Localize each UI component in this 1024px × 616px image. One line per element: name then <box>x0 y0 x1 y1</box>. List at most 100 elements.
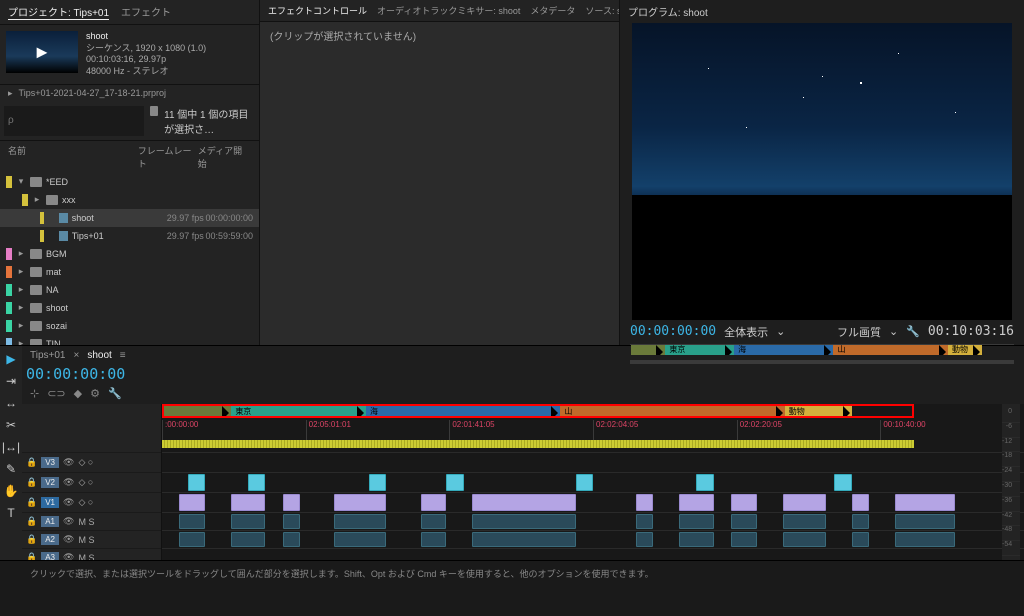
clip[interactable] <box>231 532 265 547</box>
chevron-down-icon[interactable]: ⌄ <box>776 325 785 338</box>
marker-segment[interactable] <box>631 345 665 355</box>
work-area-bar[interactable] <box>162 440 914 448</box>
clip[interactable] <box>783 494 826 511</box>
marker-bar-highlighted[interactable]: 東京海山動物 <box>162 404 914 418</box>
settings-icon[interactable]: ⚙ <box>90 387 100 400</box>
chevron-right-icon[interactable]: ▸ <box>8 88 13 99</box>
program-preview[interactable] <box>632 23 1012 320</box>
timeline-tab-1[interactable]: Tips+01 <box>30 350 65 361</box>
clip[interactable] <box>472 494 575 511</box>
col-name[interactable]: 名前 <box>8 144 138 170</box>
marker-segment[interactable]: 動物 <box>948 345 982 355</box>
track-lane[interactable] <box>162 452 1024 472</box>
razor-tool-icon[interactable]: ✂ <box>6 418 16 432</box>
clip[interactable] <box>783 532 826 547</box>
track-header-a2[interactable]: 🔒A2👁M S <box>22 530 161 548</box>
track-lane[interactable] <box>162 548 1024 560</box>
col-fps[interactable]: フレームレート <box>138 144 198 170</box>
marker-segment[interactable]: 動物 <box>785 406 852 416</box>
linked-icon[interactable]: ⊂⊃ <box>47 387 65 400</box>
bin-item[interactable]: ▸ xxx <box>0 191 259 209</box>
bin-item[interactable]: ▸ sozai <box>0 317 259 335</box>
clip[interactable] <box>731 532 757 547</box>
timeline-tracks-area[interactable]: 東京海山動物 :00:00:0002:05:01:0102:01:41:0502… <box>162 404 1024 560</box>
clip[interactable] <box>283 494 300 511</box>
track-lane[interactable] <box>162 492 1024 512</box>
track-lane[interactable] <box>162 512 1024 530</box>
slip-tool-icon[interactable]: |↔| <box>2 440 20 454</box>
bin-item[interactable]: ▸ NA <box>0 281 259 299</box>
project-tab[interactable]: プロジェクト: Tips+01 <box>8 4 109 20</box>
marker-segment[interactable]: 東京 <box>665 345 734 355</box>
bin-item[interactable]: ▸ BGM <box>0 245 259 263</box>
marker-segment[interactable]: 海 <box>366 406 560 416</box>
clip[interactable] <box>636 532 653 547</box>
clip[interactable] <box>334 494 386 511</box>
track-lane[interactable] <box>162 472 1024 492</box>
clip[interactable] <box>334 514 386 529</box>
clip[interactable] <box>179 514 205 529</box>
metadata-tab[interactable]: メタデータ <box>530 4 575 17</box>
clip[interactable] <box>283 514 300 529</box>
track-header-a3[interactable]: 🔒A3👁M S <box>22 548 161 560</box>
clip[interactable] <box>636 514 653 529</box>
program-marker-track[interactable]: 東京海山動物 <box>630 344 1014 356</box>
clip[interactable] <box>369 474 386 491</box>
hand-tool-icon[interactable]: ✋ <box>4 484 19 498</box>
track-select-tool-icon[interactable]: ⇥ <box>6 374 16 388</box>
clip[interactable] <box>421 514 447 529</box>
effects-tab[interactable]: エフェクト <box>121 4 171 20</box>
clip[interactable] <box>731 514 757 529</box>
bin-item[interactable]: Tips+01 29.97 fps 00:59:59:00 <box>0 227 259 245</box>
type-tool-icon[interactable]: T <box>7 506 14 520</box>
clip[interactable] <box>783 514 826 529</box>
clip[interactable] <box>895 514 955 529</box>
clip[interactable] <box>179 532 205 547</box>
filter-input[interactable] <box>4 106 144 136</box>
selection-tool-icon[interactable]: ▶ <box>6 352 15 366</box>
marker-segment[interactable]: 山 <box>833 345 948 355</box>
clip[interactable] <box>334 532 386 547</box>
marker-segment[interactable] <box>164 406 231 416</box>
source-tab[interactable]: ソース: shoot: <box>585 4 619 17</box>
bin-item[interactable]: ▸ shoot <box>0 299 259 317</box>
quality-dropdown[interactable]: フル画質 <box>837 324 881 340</box>
clip[interactable] <box>283 532 300 547</box>
clip[interactable] <box>834 474 851 491</box>
col-start[interactable]: メディア開始 <box>198 144 251 170</box>
clip[interactable] <box>472 514 575 529</box>
clip[interactable] <box>852 514 869 529</box>
fx-control-tab[interactable]: エフェクトコントロール <box>268 4 367 17</box>
ripple-tool-icon[interactable]: ↔ <box>5 396 17 410</box>
marker-segment[interactable]: 海 <box>734 345 833 355</box>
bin-item[interactable]: shoot 29.97 fps 00:00:00:00 <box>0 209 259 227</box>
clip[interactable] <box>188 474 205 491</box>
marker-icon[interactable]: ◆ <box>74 387 82 400</box>
wrench-icon[interactable]: 🔧 <box>108 387 122 400</box>
marker-segment[interactable]: 山 <box>560 406 784 416</box>
marker-segment[interactable]: 東京 <box>231 406 366 416</box>
program-scrub-bar[interactable] <box>630 360 1014 364</box>
chevron-down-icon[interactable]: ⌄ <box>889 325 898 338</box>
clip[interactable] <box>446 474 463 491</box>
clip[interactable] <box>852 494 869 511</box>
clip[interactable] <box>895 532 955 547</box>
track-header-v3[interactable]: 🔒V3👁◇ ○ <box>22 452 161 472</box>
pen-tool-icon[interactable]: ✎ <box>6 462 16 476</box>
clip[interactable] <box>421 494 447 511</box>
clip[interactable] <box>576 474 593 491</box>
timeline-tab-2[interactable]: shoot <box>87 350 111 361</box>
clip[interactable] <box>679 532 713 547</box>
clip[interactable] <box>472 532 575 547</box>
clip[interactable] <box>248 474 265 491</box>
program-tc-left[interactable]: 00:00:00:00 <box>630 324 716 339</box>
fit-dropdown[interactable]: 全体表示 <box>724 324 768 340</box>
track-header-v2[interactable]: 🔒V2👁◇ ○ <box>22 472 161 492</box>
program-tab[interactable]: プログラム: shoot <box>628 8 708 19</box>
clip[interactable] <box>895 494 955 511</box>
track-header-a1[interactable]: 🔒A1👁M S <box>22 512 161 530</box>
bin-item[interactable]: ▸ mat <box>0 263 259 281</box>
clip[interactable] <box>231 514 265 529</box>
clip[interactable] <box>679 514 713 529</box>
bin-item[interactable]: ▾ *EED <box>0 173 259 191</box>
